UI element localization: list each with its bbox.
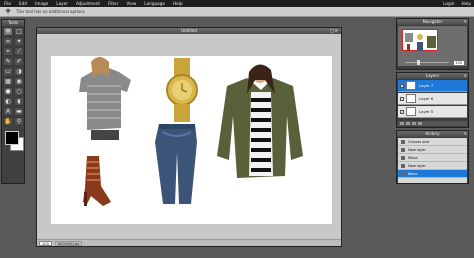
history-item[interactable]: Move xyxy=(398,154,467,162)
sponge-tool-icon[interactable]: ○ xyxy=(14,87,24,96)
options-bar: ✥ This tool has no additional options xyxy=(0,7,474,17)
menu-view[interactable]: View xyxy=(122,0,140,7)
document-canvas[interactable] xyxy=(51,56,332,224)
menu-bar: File Edit Image Layer Adjustment Filter … xyxy=(0,0,474,7)
visibility-checkbox[interactable]: ✓ xyxy=(400,109,404,114)
foreground-color-swatch[interactable] xyxy=(5,131,19,145)
layer-style-icon[interactable] xyxy=(406,122,410,125)
gradient-tool-icon[interactable]: ▦ xyxy=(3,77,13,86)
visibility-checkbox[interactable]: ✓ xyxy=(400,83,404,88)
navigator-preview[interactable]: 100 xyxy=(398,26,467,66)
move-tool-icon: ✥ xyxy=(5,7,11,15)
menu-edit[interactable]: Edit xyxy=(15,0,31,7)
crop-tool-icon[interactable]: ⌖ xyxy=(3,47,13,56)
zoom-slider-knob[interactable] xyxy=(417,60,420,65)
tools-panel: Tools ✥ □ ∞ ✦ ⌖ ⁄ ✎ ✐ ▭ ◑ ▦ ◉ ● ○ ◐ ◖ A … xyxy=(1,19,25,184)
history-step-icon xyxy=(401,139,405,144)
layer-row[interactable]: ✓ Layer 5 xyxy=(398,106,467,118)
tools-title: Tools xyxy=(2,20,24,26)
close-icon[interactable]: ✕ xyxy=(464,19,467,25)
shape-tool-icon[interactable]: ▬ xyxy=(14,107,24,116)
history-title: History ✕ xyxy=(397,131,468,137)
zoom-slider[interactable] xyxy=(405,60,449,65)
eyedropper-tool-icon[interactable]: ⁄ xyxy=(14,47,24,56)
options-tip: This tool has no additional options xyxy=(16,9,85,14)
burn-tool-icon[interactable]: ◖ xyxy=(14,97,24,106)
login-link[interactable]: Login xyxy=(443,0,454,7)
brush-tool-icon[interactable]: ✐ xyxy=(14,57,24,66)
layers-toolbar xyxy=(398,121,467,126)
layer-name: Layer 7 xyxy=(419,83,434,88)
eraser-tool-icon[interactable]: ▭ xyxy=(3,67,13,76)
menu-help[interactable]: Help xyxy=(169,0,187,7)
zoom-tool-icon[interactable]: ⚲ xyxy=(14,117,24,126)
layer-name: Layer 6 xyxy=(419,96,434,101)
help-link[interactable]: Help xyxy=(461,0,471,7)
navigator-panel: Navigator ✕ 100 xyxy=(396,18,469,70)
zoom-input[interactable]: 100 xyxy=(39,240,52,246)
history-item[interactable]: Canvas size xyxy=(398,138,467,146)
history-panel: History ✕ Canvas size New layer Move New … xyxy=(396,130,469,184)
history-list: Canvas size New layer Move New layer Mov… xyxy=(398,138,467,183)
gladiator-sandals-image xyxy=(83,156,111,206)
blur-tool-icon[interactable]: ● xyxy=(3,87,13,96)
canvas-artwork xyxy=(79,57,303,206)
navigator-thumbnail[interactable] xyxy=(402,29,438,51)
move-tool-icon[interactable]: ✥ xyxy=(3,27,13,36)
text-tool-icon[interactable]: A xyxy=(3,107,13,116)
layers-panel: Layers ✕ ✓ Layer 7 ✓ Layer 6 ✓ Layer 5 xyxy=(396,72,469,128)
canvas-title: Untitled xyxy=(181,28,197,33)
layer-name: Layer 5 xyxy=(419,109,434,114)
striped-tshirt-image xyxy=(79,57,131,140)
wand-tool-icon[interactable]: ✦ xyxy=(14,37,24,46)
history-step-icon xyxy=(401,163,405,168)
menu-file[interactable]: File xyxy=(0,0,15,7)
history-step-icon xyxy=(401,155,405,160)
history-step-icon xyxy=(401,147,405,152)
layer-row[interactable]: ✓ Layer 7 xyxy=(398,80,467,92)
clone-tool-icon[interactable]: ◉ xyxy=(14,77,24,86)
menu-filter[interactable]: Filter xyxy=(104,0,122,7)
pencil-tool-icon[interactable]: ✎ xyxy=(3,57,13,66)
dodge-tool-icon[interactable]: ◐ xyxy=(3,97,13,106)
fill-tool-icon[interactable]: ◑ xyxy=(14,67,24,76)
canvas-window: Untitled □✕ 100 600x500 px xyxy=(36,27,342,247)
delete-layer-icon[interactable] xyxy=(418,122,422,125)
navigator-zoom-value[interactable]: 100 xyxy=(453,61,464,65)
marquee-tool-icon[interactable]: □ xyxy=(14,27,24,36)
history-step-icon xyxy=(401,171,405,176)
layer-thumbnail xyxy=(406,107,416,116)
layer-row[interactable]: ✓ Layer 6 xyxy=(398,93,467,105)
layer-thumbnail xyxy=(406,94,416,103)
close-icon[interactable]: ✕ xyxy=(464,131,467,137)
new-layer-icon[interactable] xyxy=(412,122,416,125)
gold-watch-image xyxy=(166,58,198,122)
menu-image[interactable]: Image xyxy=(31,0,52,7)
layer-properties-icon[interactable] xyxy=(400,122,404,125)
canvas-area[interactable] xyxy=(37,34,341,239)
navigator-title: Navigator ✕ xyxy=(397,19,468,25)
menu-layer[interactable]: Layer xyxy=(52,0,72,7)
canvas-status-bar: 100 600x500 px xyxy=(37,239,341,246)
layer-thumbnail xyxy=(406,81,416,90)
history-item[interactable]: Move xyxy=(398,170,467,178)
layers-title: Layers ✕ xyxy=(397,73,468,79)
canvas-dimensions: 600x500 px xyxy=(54,240,83,246)
lasso-tool-icon[interactable]: ∞ xyxy=(3,37,13,46)
menu-language[interactable]: Language xyxy=(140,0,169,7)
jeans-image xyxy=(155,124,197,204)
color-swatches xyxy=(2,129,24,157)
history-item[interactable]: New layer xyxy=(398,162,467,170)
hand-tool-icon[interactable]: ✋ xyxy=(3,117,13,126)
close-icon[interactable]: ✕ xyxy=(464,73,467,79)
visibility-checkbox[interactable]: ✓ xyxy=(400,96,404,101)
history-item[interactable]: New layer xyxy=(398,146,467,154)
navigator-thumbnail-art xyxy=(405,33,436,51)
olive-jacket-image xyxy=(217,64,303,178)
menu-adjustment[interactable]: Adjustment xyxy=(72,0,104,7)
